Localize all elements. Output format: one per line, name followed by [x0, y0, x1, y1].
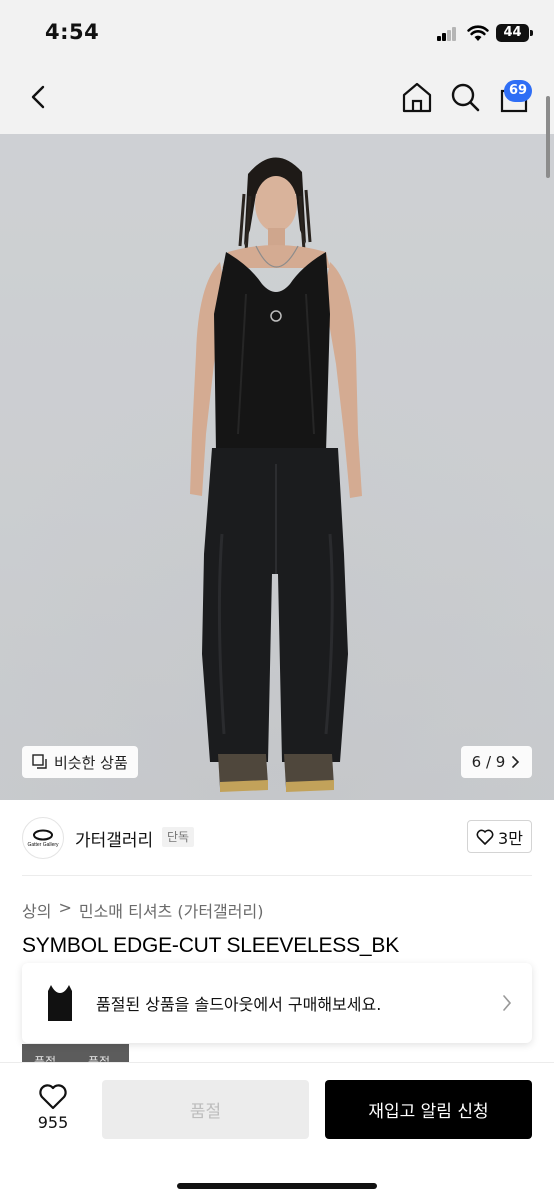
brand-name[interactable]: 가터갤러리: [75, 826, 153, 851]
breadcrumb: 상의 > 민소매 티셔츠 (가터갤러리): [22, 898, 263, 922]
battery-tip: [530, 30, 533, 36]
copy-icon: [32, 754, 47, 769]
home-icon[interactable]: [400, 80, 434, 114]
back-arrow-icon[interactable]: [22, 80, 56, 114]
image-counter-label: 6 / 9: [471, 753, 506, 771]
soldout-banner[interactable]: 품절된 상품을 솔드아웃에서 구매해보세요.: [22, 963, 532, 1043]
cart-count-badge: 69: [504, 80, 533, 102]
search-icon[interactable]: [448, 80, 482, 114]
nav-bar: [0, 66, 554, 134]
bottom-action-bar: 955 품절 재입고 알림 신청: [0, 1062, 554, 1200]
status-time: 4:54: [45, 20, 100, 44]
soldout-banner-text: 품절된 상품을 솔드아웃에서 구매해보세요.: [96, 995, 382, 1014]
breadcrumb-category[interactable]: 상의: [22, 898, 51, 922]
exclusive-badge: 단독: [162, 827, 195, 847]
scrollbar[interactable]: [546, 96, 550, 178]
wishlist-count: 955: [37, 1113, 69, 1132]
brand-like-count: 3만: [498, 828, 523, 848]
breadcrumb-subcategory[interactable]: 민소매 티셔츠 (가터갤러리): [79, 898, 264, 922]
status-bar: 4:54 44: [0, 0, 554, 66]
chevron-right-icon: [492, 988, 522, 1018]
image-counter[interactable]: 6 / 9: [461, 746, 532, 778]
soldout-button: 품절: [102, 1080, 309, 1139]
model-photo: [0, 134, 554, 800]
product-image[interactable]: 비슷한 상품 6 / 9: [0, 134, 554, 800]
brand-logo-mark-icon: [33, 829, 53, 840]
divider: [22, 875, 532, 876]
soldout-thumbnail: [36, 979, 84, 1027]
heart-icon: [476, 829, 494, 845]
brand-logo[interactable]: Gatter Gallery: [22, 817, 64, 859]
similar-products-button[interactable]: 비슷한 상품: [22, 746, 138, 778]
home-indicator[interactable]: [177, 1183, 377, 1189]
heart-icon: [39, 1084, 67, 1110]
signal-icon: [437, 27, 457, 41]
product-title: SYMBOL EDGE-CUT SLEEVELESS_BK: [22, 934, 400, 957]
restock-alert-button[interactable]: 재입고 알림 신청: [325, 1080, 532, 1139]
wishlist-button[interactable]: 955: [30, 1083, 76, 1141]
tank-top-thumbnail: [48, 985, 72, 1021]
chevron-right-icon: [512, 756, 520, 768]
similar-products-label: 비슷한 상품: [54, 753, 128, 772]
option-thumbnail-strip: 품절 품절: [22, 1044, 129, 1064]
battery-icon: 44: [496, 24, 529, 42]
wifi-icon: [467, 25, 489, 41]
brand-logo-text: Gatter Gallery: [27, 841, 59, 848]
brand-like-button[interactable]: 3만: [467, 820, 532, 853]
breadcrumb-separator: >: [58, 898, 72, 917]
